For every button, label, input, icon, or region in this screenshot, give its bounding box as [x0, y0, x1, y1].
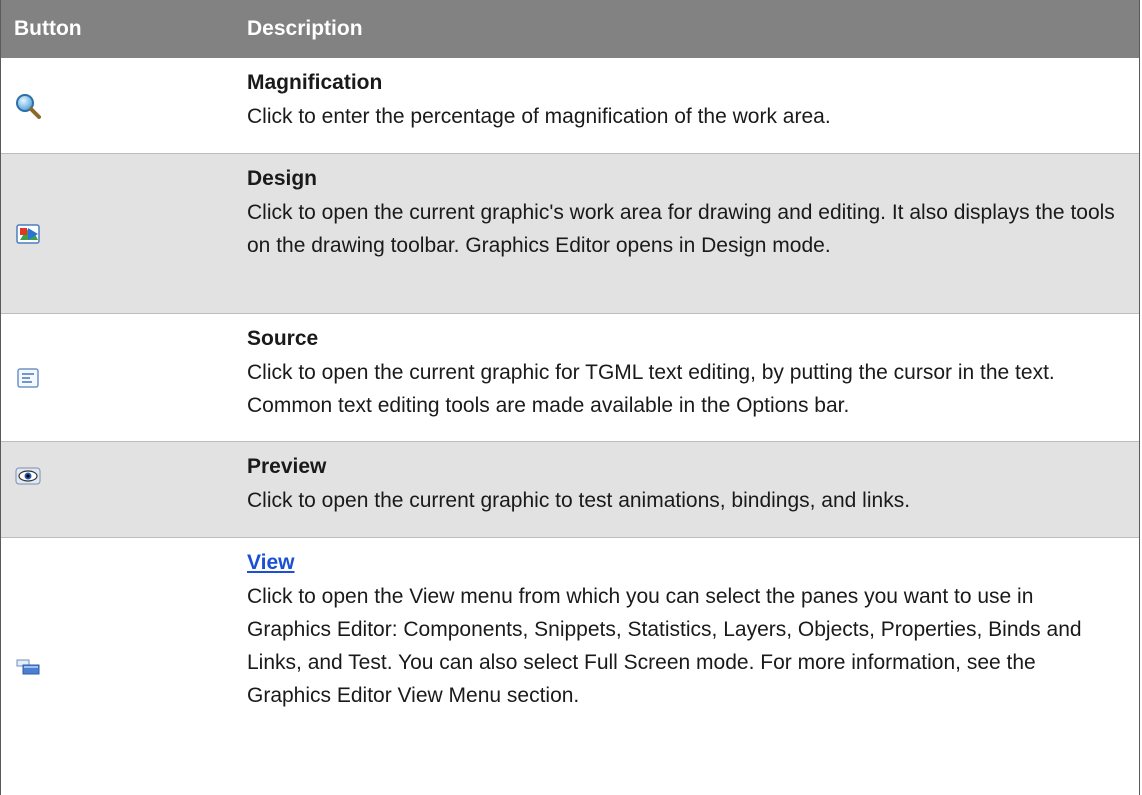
- icon-cell: [1, 154, 247, 313]
- view-panes-icon[interactable]: [14, 653, 42, 681]
- header-button: Button: [14, 17, 82, 40]
- button-description-table: Button Description Magnification Click t…: [0, 0, 1140, 795]
- icon-cell: [1, 314, 247, 441]
- header-description: Description: [247, 17, 363, 40]
- row-title: Design: [247, 167, 318, 190]
- row-description: Click to open the current graphic to tes…: [247, 489, 911, 512]
- table-row: Magnification Click to enter the percent…: [1, 58, 1139, 154]
- row-title: Magnification: [247, 71, 383, 94]
- table-row: View Click to open the View menu from wh…: [1, 538, 1139, 795]
- design-icon[interactable]: [14, 220, 42, 248]
- row-description: Click to enter the percentage of magnifi…: [247, 105, 831, 128]
- icon-cell: [1, 538, 247, 795]
- table-row: Preview Click to open the current graphi…: [1, 442, 1139, 538]
- preview-eye-icon[interactable]: [14, 462, 42, 490]
- source-icon[interactable]: [14, 364, 42, 392]
- row-description: Click to open the current graphic's work…: [247, 201, 1115, 257]
- row-description: Click to open the View menu from which y…: [247, 585, 1082, 707]
- table-row: Design Click to open the current graphic…: [1, 154, 1139, 314]
- table-row: Source Click to open the current graphic…: [1, 314, 1139, 442]
- row-title: Preview: [247, 455, 327, 478]
- row-title: Source: [247, 327, 319, 350]
- magnifier-icon[interactable]: [14, 92, 42, 120]
- table-header: Button Description: [1, 0, 1139, 58]
- view-link[interactable]: View: [247, 550, 1121, 576]
- icon-cell: [1, 58, 247, 153]
- row-description: Click to open the current graphic for TG…: [247, 361, 1055, 417]
- icon-cell: [1, 442, 247, 537]
